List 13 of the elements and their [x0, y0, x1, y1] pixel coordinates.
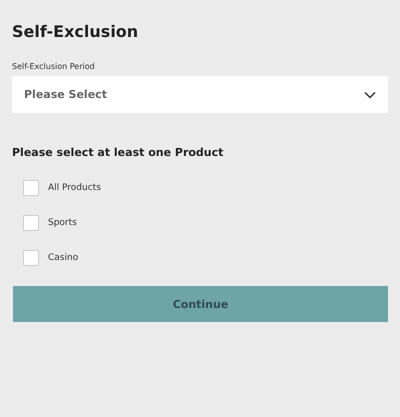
- chevron-down-icon: [364, 90, 376, 98]
- checkbox[interactable]: [23, 250, 39, 266]
- period-dropdown[interactable]: Please Select: [12, 76, 388, 113]
- field-label: Self-Exclusion Period: [12, 62, 95, 71]
- section-heading: Please select at least one Product: [12, 146, 224, 159]
- continue-button[interactable]: Continue: [13, 286, 388, 322]
- checkbox[interactable]: [23, 215, 39, 231]
- checkbox-label: Sports: [48, 218, 77, 228]
- placeholder: Please Select: [24, 88, 107, 101]
- checkbox[interactable]: [23, 180, 39, 196]
- checkbox-label: All Products: [48, 183, 101, 193]
- checkbox-label: Casino: [48, 253, 78, 263]
- page-title: Self-Exclusion: [12, 22, 138, 42]
